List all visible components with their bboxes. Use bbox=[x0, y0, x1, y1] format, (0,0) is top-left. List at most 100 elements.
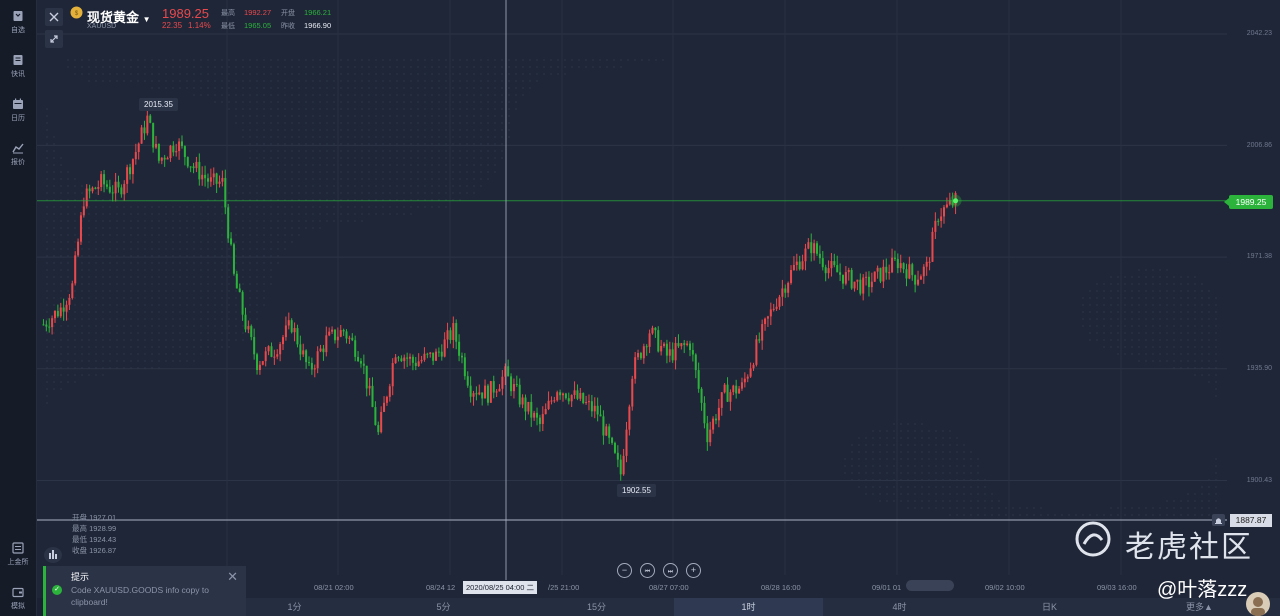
map-dot bbox=[109, 346, 111, 348]
map-dot bbox=[914, 423, 916, 425]
tab-1hour[interactable]: 1时 bbox=[674, 598, 823, 616]
map-dot bbox=[417, 192, 419, 194]
map-dot bbox=[151, 346, 153, 348]
map-dot bbox=[277, 143, 279, 145]
map-dot bbox=[494, 66, 496, 68]
map-dot bbox=[172, 360, 174, 362]
candlestick-chart[interactable] bbox=[37, 0, 1280, 598]
sidebar-item-quotes[interactable]: 报价 bbox=[0, 142, 36, 167]
candle bbox=[420, 355, 423, 364]
sidebar-item-news[interactable]: 快讯 bbox=[0, 54, 36, 79]
candle-body bbox=[579, 392, 582, 399]
candle bbox=[287, 312, 290, 330]
map-dot bbox=[1215, 374, 1217, 376]
candle-body bbox=[250, 326, 253, 338]
tab-5min[interactable]: 5分 bbox=[369, 598, 518, 616]
map-dot bbox=[872, 444, 874, 446]
candle-body bbox=[160, 157, 163, 161]
map-dot bbox=[543, 66, 545, 68]
scroll-start-button[interactable]: ⏮ bbox=[640, 563, 655, 578]
map-dot bbox=[543, 73, 545, 75]
map-dot bbox=[277, 101, 279, 103]
scroll-end-button[interactable]: ⏭ bbox=[663, 563, 678, 578]
scroll-indicator[interactable] bbox=[906, 580, 954, 591]
map-dot bbox=[921, 500, 923, 502]
zoom-in-button[interactable]: + bbox=[686, 563, 701, 578]
map-dot bbox=[74, 360, 76, 362]
candle-body bbox=[224, 177, 227, 208]
map-dot bbox=[95, 227, 97, 229]
candle bbox=[103, 169, 106, 193]
map-dot bbox=[1152, 304, 1154, 306]
candle-body bbox=[657, 330, 660, 352]
candle bbox=[391, 358, 394, 396]
map-dot bbox=[480, 178, 482, 180]
map-dot bbox=[200, 339, 202, 341]
sidebar-item-simulate[interactable]: 模拟 bbox=[0, 586, 36, 611]
map-dot bbox=[256, 59, 258, 61]
map-dot bbox=[95, 374, 97, 376]
map-dot bbox=[1201, 325, 1203, 327]
map-dot bbox=[459, 178, 461, 180]
map-dot bbox=[536, 80, 538, 82]
candle bbox=[839, 263, 842, 281]
map-dot bbox=[88, 353, 90, 355]
toast-close-button[interactable]: ✕ bbox=[227, 569, 238, 585]
candle bbox=[362, 354, 365, 375]
map-dot bbox=[914, 507, 916, 509]
map-dot bbox=[858, 486, 860, 488]
map-dot bbox=[991, 514, 993, 516]
map-dot bbox=[340, 192, 342, 194]
map-dot bbox=[1208, 332, 1210, 334]
map-dot bbox=[221, 325, 223, 327]
candle bbox=[149, 114, 152, 124]
candle bbox=[795, 253, 798, 271]
map-dot bbox=[228, 66, 230, 68]
expand-chart-button[interactable] bbox=[45, 30, 63, 48]
map-dot bbox=[256, 115, 258, 117]
map-dot bbox=[123, 290, 125, 292]
map-dot bbox=[935, 430, 937, 432]
map-dot bbox=[109, 276, 111, 278]
map-dot bbox=[1152, 514, 1154, 516]
map-dot bbox=[137, 248, 139, 250]
map-dot bbox=[473, 122, 475, 124]
map-dot bbox=[256, 311, 258, 313]
tab-15min[interactable]: 15分 bbox=[522, 598, 671, 616]
tab-daily[interactable]: 日K bbox=[975, 598, 1124, 616]
indicator-toggle-button[interactable] bbox=[44, 547, 62, 563]
candle-body bbox=[547, 400, 550, 410]
candle bbox=[833, 253, 836, 268]
map-dot bbox=[354, 101, 356, 103]
candle bbox=[339, 324, 342, 338]
map-dot bbox=[81, 192, 83, 194]
map-dot bbox=[914, 458, 916, 460]
map-dot bbox=[431, 80, 433, 82]
map-dot bbox=[424, 66, 426, 68]
map-dot bbox=[893, 465, 895, 467]
map-dot bbox=[963, 472, 965, 474]
map-dot bbox=[242, 101, 244, 103]
sidebar-item-calendar[interactable]: 日历 bbox=[0, 98, 36, 123]
avatar[interactable] bbox=[1246, 592, 1270, 616]
map-dot bbox=[116, 332, 118, 334]
map-dot bbox=[109, 290, 111, 292]
map-dot bbox=[452, 115, 454, 117]
sidebar-item-watchlist[interactable]: 自选 bbox=[0, 10, 36, 35]
map-dot bbox=[907, 444, 909, 446]
map-dot bbox=[914, 451, 916, 453]
close-chart-button[interactable] bbox=[45, 8, 63, 26]
map-dot bbox=[438, 136, 440, 138]
map-dot bbox=[74, 192, 76, 194]
map-dot bbox=[1131, 290, 1133, 292]
map-dot bbox=[130, 311, 132, 313]
map-dot bbox=[1110, 507, 1112, 509]
sidebar-item-sge[interactable]: 上金所 bbox=[0, 542, 36, 567]
tab-4hour[interactable]: 4时 bbox=[825, 598, 974, 616]
map-dot bbox=[459, 94, 461, 96]
map-dot bbox=[95, 73, 97, 75]
map-dot bbox=[333, 143, 335, 145]
map-dot bbox=[305, 66, 307, 68]
zoom-out-button[interactable]: − bbox=[617, 563, 632, 578]
chart-panel[interactable] bbox=[37, 0, 1280, 598]
